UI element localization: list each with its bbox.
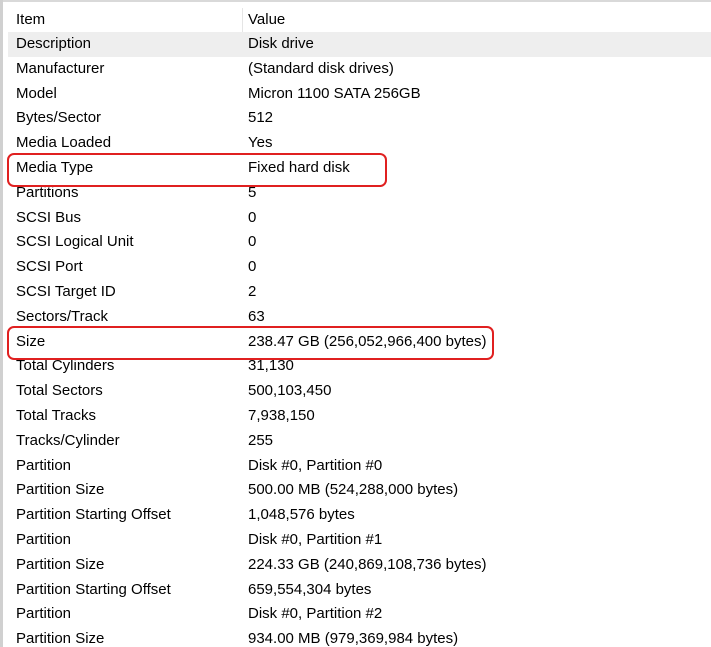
value-cell: 500.00 MB (524,288,000 bytes): [248, 481, 459, 499]
item-cell: Partition: [16, 605, 72, 623]
value-cell: Yes: [248, 134, 273, 152]
table-row[interactable]: Total Tracks 7,938,150: [8, 404, 711, 429]
left-border: [0, 0, 3, 647]
value-cell: 934.00 MB (979,369,984 bytes): [248, 630, 459, 647]
table-row[interactable]: Description Disk drive: [8, 32, 711, 57]
item-cell: Manufacturer: [16, 59, 105, 77]
value-cell: 238.47 GB (256,052,966,400 bytes): [248, 332, 487, 350]
table-row[interactable]: Sectors/Track 63: [8, 305, 711, 330]
table-row[interactable]: Model Micron 1100 SATA 256GB: [8, 82, 711, 107]
item-cell: Partition Size: [16, 555, 105, 573]
column-header-item[interactable]: Item: [16, 8, 45, 32]
table-row[interactable]: Size 238.47 GB (256,052,966,400 bytes): [8, 330, 711, 355]
value-cell: 2: [248, 282, 257, 300]
item-cell: Partitions: [16, 183, 79, 201]
item-cell: Tracks/Cylinder: [16, 431, 120, 449]
item-cell: Total Cylinders: [16, 357, 115, 375]
value-cell: 0: [248, 208, 257, 226]
table-row[interactable]: Partition Disk #0, Partition #0: [8, 454, 711, 479]
table-row[interactable]: Partition Disk #0, Partition #2: [8, 602, 711, 627]
item-cell: SCSI Bus: [16, 208, 82, 226]
item-cell: Media Loaded: [16, 134, 112, 152]
item-cell: Total Tracks: [16, 406, 97, 424]
item-cell: SCSI Port: [16, 258, 83, 276]
table-row[interactable]: SCSI Logical Unit 0: [8, 230, 711, 255]
value-cell: 224.33 GB (240,869,108,736 bytes): [248, 555, 487, 573]
table-row[interactable]: Manufacturer (Standard disk drives): [8, 57, 711, 82]
value-cell: 0: [248, 233, 257, 251]
details-list[interactable]: Item Value Description Disk drive Manufa…: [8, 8, 711, 647]
value-cell: Micron 1100 SATA 256GB: [248, 84, 421, 102]
value-cell: 63: [248, 307, 265, 325]
system-info-details-pane: Item Value Description Disk drive Manufa…: [0, 0, 711, 647]
value-cell: (Standard disk drives): [248, 59, 394, 77]
table-row[interactable]: SCSI Target ID 2: [8, 280, 711, 305]
table-row[interactable]: Partitions 5: [8, 181, 711, 206]
value-cell: Disk #0, Partition #2: [248, 605, 383, 623]
table-row[interactable]: SCSI Bus 0: [8, 206, 711, 231]
item-cell: SCSI Logical Unit: [16, 233, 134, 251]
table-row[interactable]: SCSI Port 0: [8, 255, 711, 280]
table-row[interactable]: Total Sectors 500,103,450: [8, 379, 711, 404]
item-cell: Partition Starting Offset: [16, 506, 171, 524]
item-cell: Partition Size: [16, 481, 105, 499]
item-cell: Partition Starting Offset: [16, 580, 171, 598]
item-cell: Sectors/Track: [16, 307, 108, 325]
table-row[interactable]: Media Type Fixed hard disk: [8, 156, 711, 181]
item-cell: Bytes/Sector: [16, 109, 102, 127]
value-cell: 255: [248, 431, 274, 449]
value-cell: 7,938,150: [248, 406, 315, 424]
value-cell: 31,130: [248, 357, 294, 375]
top-border: [0, 0, 711, 2]
value-cell: 500,103,450: [248, 382, 332, 400]
value-cell: 0: [248, 258, 257, 276]
value-cell: Disk #0, Partition #0: [248, 456, 383, 474]
item-cell: Total Sectors: [16, 382, 103, 400]
table-row[interactable]: Bytes/Sector 512: [8, 106, 711, 131]
value-cell: Fixed hard disk: [248, 158, 350, 176]
value-cell: 512: [248, 109, 274, 127]
table-row[interactable]: Partition Starting Offset 659,554,304 by…: [8, 578, 711, 603]
table-row[interactable]: Partition Size 934.00 MB (979,369,984 by…: [8, 627, 711, 647]
value-cell: Disk #0, Partition #1: [248, 530, 383, 548]
value-cell: Disk drive: [248, 35, 314, 52]
table-row[interactable]: Media Loaded Yes: [8, 131, 711, 156]
column-header-value[interactable]: Value: [248, 8, 285, 32]
item-cell: Description: [16, 35, 92, 52]
item-cell: Size: [16, 332, 46, 350]
item-cell: Media Type: [16, 158, 94, 176]
item-cell: Partition: [16, 456, 72, 474]
table-row[interactable]: Partition Disk #0, Partition #1: [8, 528, 711, 553]
item-cell: Partition Size: [16, 630, 105, 647]
value-cell: 5: [248, 183, 257, 201]
list-header: Item Value: [8, 8, 711, 32]
table-row[interactable]: Tracks/Cylinder 255: [8, 429, 711, 454]
item-cell: SCSI Target ID: [16, 282, 116, 300]
value-cell: 1,048,576 bytes: [248, 506, 355, 524]
table-row[interactable]: Partition Starting Offset 1,048,576 byte…: [8, 503, 711, 528]
item-cell: Partition: [16, 530, 72, 548]
table-row[interactable]: Total Cylinders 31,130: [8, 354, 711, 379]
table-row[interactable]: Partition Size 500.00 MB (524,288,000 by…: [8, 478, 711, 503]
column-separator[interactable]: [242, 8, 243, 32]
table-row[interactable]: Partition Size 224.33 GB (240,869,108,73…: [8, 553, 711, 578]
item-cell: Model: [16, 84, 57, 102]
value-cell: 659,554,304 bytes: [248, 580, 372, 598]
